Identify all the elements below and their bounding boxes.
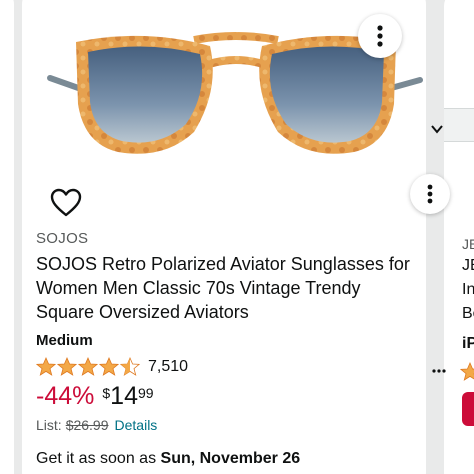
delivery-date: Sun, November 26: [160, 450, 301, 467]
next-title-line-1[interactable]: JE: [462, 254, 474, 278]
heart-outline-icon[interactable]: [50, 188, 82, 218]
star-half-icon: [120, 357, 140, 376]
more-vertical-icon: [427, 184, 433, 204]
price-row: -44% $ 14 99: [36, 380, 154, 414]
more-options-button[interactable]: [358, 14, 402, 58]
horizontal-dots-icon: [432, 369, 446, 373]
size-label: Medium: [36, 332, 93, 349]
star-icon: [57, 357, 77, 376]
previous-product-card[interactable]: [0, 0, 14, 474]
chevron-down-icon[interactable]: [430, 122, 444, 136]
details-link[interactable]: Details: [115, 417, 158, 433]
delivery-info: Get it as soon as Sun, November 26: [36, 450, 300, 468]
delivery-prefix: Get it as soon as: [36, 450, 161, 467]
price-fraction: 99: [137, 385, 154, 401]
list-label: List:: [36, 417, 62, 433]
list-price: $26.99: [65, 417, 109, 433]
next-title-line-2[interactable]: In: [462, 278, 474, 302]
product-title[interactable]: SOJOS Retro Polarized Aviator Sunglasses…: [36, 252, 416, 324]
star-icon: [99, 357, 119, 376]
current-price: $ 14 99: [102, 380, 153, 412]
more-vertical-icon: [377, 25, 383, 47]
next-title-line-3[interactable]: Be: [462, 302, 474, 326]
price-symbol: $: [102, 385, 111, 401]
price-whole: 14: [110, 382, 138, 410]
product-carousel: SOJOS SOJOS Retro Polarized Aviator Sung…: [0, 0, 474, 474]
next-size-label: iP: [462, 335, 474, 352]
rating-row[interactable]: 7,510: [36, 356, 188, 378]
product-brand: SOJOS: [36, 230, 89, 247]
list-price-row: List: $26.99 Details: [36, 417, 157, 433]
star-icon: [460, 362, 474, 381]
discount-percentage: -44%: [36, 382, 95, 410]
star-icon: [36, 357, 56, 376]
star-icon: [78, 357, 98, 376]
next-add-to-cart-button[interactable]: [462, 392, 474, 426]
product-card[interactable]: SOJOS SOJOS Retro Polarized Aviator Sung…: [22, 0, 426, 474]
rating-count[interactable]: 7,510: [148, 358, 188, 376]
star-rating: [36, 357, 140, 377]
next-product-brand: JE: [462, 236, 474, 252]
next-size-dropdown[interactable]: [444, 108, 474, 142]
next-more-options-button[interactable]: [410, 174, 450, 214]
